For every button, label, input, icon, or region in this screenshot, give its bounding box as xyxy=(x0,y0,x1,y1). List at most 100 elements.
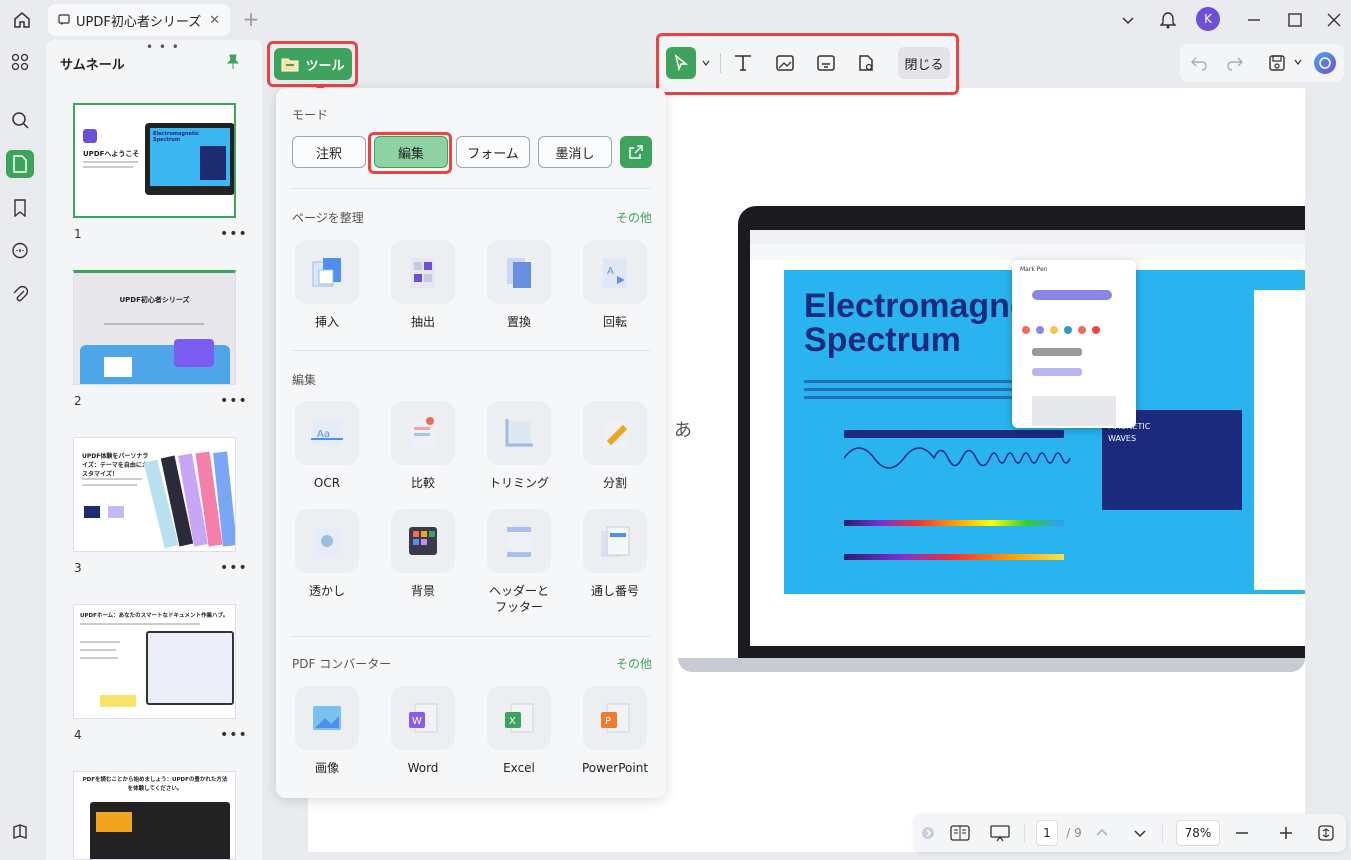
mode-section-label: モード xyxy=(292,108,329,122)
tools-button[interactable]: ツール xyxy=(274,48,352,80)
ocr-icon: Aa xyxy=(295,401,359,465)
add-link-icon[interactable] xyxy=(811,47,841,79)
compare-tile[interactable]: 比較 xyxy=(383,401,463,491)
laptop-illustration: Electromagne Spectrum MAGNETIC WAVES xyxy=(678,206,1305,726)
minimize-icon[interactable] xyxy=(1240,6,1268,34)
replace-page-label: 置換 xyxy=(506,315,531,329)
thumbnail-heading: UPDF初心者シリーズ xyxy=(119,296,190,304)
thumbnail-page-5[interactable]: PDFを読むことから始めましょう：UPDFの豊かれた方法を体験してください。 xyxy=(73,771,236,860)
fit-page-icon[interactable] xyxy=(1316,820,1336,846)
ai-assistant-icon[interactable] xyxy=(1314,52,1336,74)
converter-section-label: PDF コンバーター xyxy=(292,657,392,671)
presentation-icon[interactable] xyxy=(988,820,1012,846)
rotate-page-tile[interactable]: A 回転 xyxy=(575,240,655,330)
split-label: 分割 xyxy=(602,476,627,490)
select-cursor-icon[interactable] xyxy=(666,47,696,79)
save-icon[interactable] xyxy=(1268,54,1286,72)
background-icon xyxy=(391,509,455,573)
close-edit-button[interactable]: 閉じる xyxy=(898,47,950,79)
zoom-out-icon[interactable] xyxy=(1232,820,1252,846)
cursor-dropdown-chevron-icon[interactable] xyxy=(698,47,714,79)
crop-tile[interactable]: トリミング xyxy=(479,401,559,491)
panel-resize-grip[interactable]: • • • xyxy=(146,40,180,54)
avatar[interactable]: K xyxy=(1196,7,1220,31)
convert-excel-tile[interactable]: X Excel xyxy=(479,686,559,776)
thumbnail-page-1[interactable]: UPDFへようこそ Electromagnetic Spectrum xyxy=(73,103,236,218)
thumbnail-text-line xyxy=(83,161,138,163)
converter-more-link[interactable]: その他 xyxy=(616,655,652,672)
header-footer-tile[interactable]: ヘッダーと フッター xyxy=(479,509,559,615)
thumbnail-heading: UPDFホーム：あなたのスマートなドキュメント作業ハブ。 xyxy=(80,613,229,619)
compare-icon xyxy=(391,401,455,465)
thumbnail-page-2[interactable]: UPDF初心者シリーズ xyxy=(73,270,236,385)
thumbnail-view-icon[interactable] xyxy=(6,150,34,178)
organize-more-link[interactable]: その他 xyxy=(616,209,652,226)
page-number-input[interactable]: 1 xyxy=(1036,820,1058,846)
replace-page-tile[interactable]: 置換 xyxy=(479,240,559,330)
apps-grid-icon[interactable] xyxy=(6,48,34,76)
insert-page-tile[interactable]: 挿入 xyxy=(287,240,367,330)
notification-bell-icon[interactable] xyxy=(1154,6,1182,34)
layers-icon[interactable] xyxy=(6,818,34,846)
maximize-icon[interactable] xyxy=(1281,6,1309,34)
thumbnail-page-3[interactable]: UPDF体験をパーソナライズ：テーマを自由にカスタマイズ！ xyxy=(73,437,236,552)
background-tile[interactable]: 背景 xyxy=(383,509,463,599)
header-footer-label: ヘッダーと フッター xyxy=(488,584,549,614)
updf-logo-icon xyxy=(83,129,97,143)
thumbnail-more-icon[interactable]: ••• xyxy=(220,393,248,409)
page-layout-icon[interactable] xyxy=(948,820,972,846)
thumbnail-laptop-image: Electromagnetic Spectrum xyxy=(145,123,234,195)
powerpoint-file-icon: P xyxy=(583,686,647,750)
bookmark-icon[interactable] xyxy=(6,194,34,222)
watermark-tile[interactable]: 透かし xyxy=(287,509,367,599)
thumbnail-page-number: 4 xyxy=(74,728,82,742)
thumbnail-page-number: 3 xyxy=(74,561,82,575)
split-tile[interactable]: 分割 xyxy=(575,401,655,491)
thumbnail-subheading: Electromagnetic Spectrum xyxy=(153,131,199,143)
previous-page-icon[interactable] xyxy=(1092,820,1112,846)
zoom-level-input[interactable]: 78% xyxy=(1176,820,1220,846)
replace-page-icon xyxy=(487,240,551,304)
search-icon[interactable] xyxy=(6,106,34,134)
document-tab[interactable]: UPDF初心者シリーズ ✕ xyxy=(48,4,230,36)
open-external-icon[interactable] xyxy=(620,136,652,168)
pin-icon[interactable] xyxy=(226,54,240,70)
save-dropdown-chevron-icon[interactable] xyxy=(1294,58,1302,66)
add-text-icon[interactable] xyxy=(728,47,758,79)
mode-redact-button[interactable]: 墨消し xyxy=(538,136,612,168)
convert-powerpoint-tile[interactable]: P PowerPoint xyxy=(575,686,655,776)
thumbnail-page-4[interactable]: UPDFホーム：あなたのスマートなドキュメント作業ハブ。 xyxy=(73,604,236,719)
collapse-chevron-icon[interactable] xyxy=(920,820,936,846)
edit-link-icon[interactable] xyxy=(851,47,881,79)
next-page-icon[interactable] xyxy=(1130,820,1150,846)
redo-icon[interactable] xyxy=(1226,54,1244,72)
close-window-icon[interactable] xyxy=(1320,6,1348,34)
add-image-icon[interactable] xyxy=(770,47,800,79)
thumbnail-more-icon[interactable]: ••• xyxy=(220,226,248,242)
word-file-icon: W xyxy=(391,686,455,750)
convert-image-tile[interactable]: 画像 xyxy=(287,686,367,776)
slide-title-line2: Spectrum xyxy=(804,321,961,359)
thumbnail-more-icon[interactable]: ••• xyxy=(220,727,248,743)
attachment-icon[interactable] xyxy=(6,281,34,309)
home-icon[interactable] xyxy=(8,6,36,34)
comment-icon[interactable] xyxy=(6,237,34,265)
insert-page-icon xyxy=(295,240,359,304)
thumbnail-text-line xyxy=(83,166,133,168)
convert-word-label: Word xyxy=(407,761,439,775)
tab-close-icon[interactable]: ✕ xyxy=(209,13,220,28)
chevron-down-icon[interactable] xyxy=(1114,6,1142,34)
section-divider xyxy=(292,188,650,189)
bates-number-tile[interactable]: 通し番号 xyxy=(575,509,655,599)
mode-form-button[interactable]: フォーム xyxy=(456,136,530,168)
undo-icon[interactable] xyxy=(1190,54,1208,72)
thumbnail-more-icon[interactable]: ••• xyxy=(220,560,248,576)
image-file-icon xyxy=(295,686,359,750)
zoom-in-icon[interactable] xyxy=(1276,820,1296,846)
extract-page-tile[interactable]: 抽出 xyxy=(383,240,463,330)
new-tab-button[interactable]: + xyxy=(240,7,262,31)
watermark-label: 透かし xyxy=(308,584,345,598)
mode-annotate-button[interactable]: 注釈 xyxy=(292,136,366,168)
ocr-tile[interactable]: Aa OCR xyxy=(287,401,367,491)
convert-word-tile[interactable]: W Word xyxy=(383,686,463,776)
